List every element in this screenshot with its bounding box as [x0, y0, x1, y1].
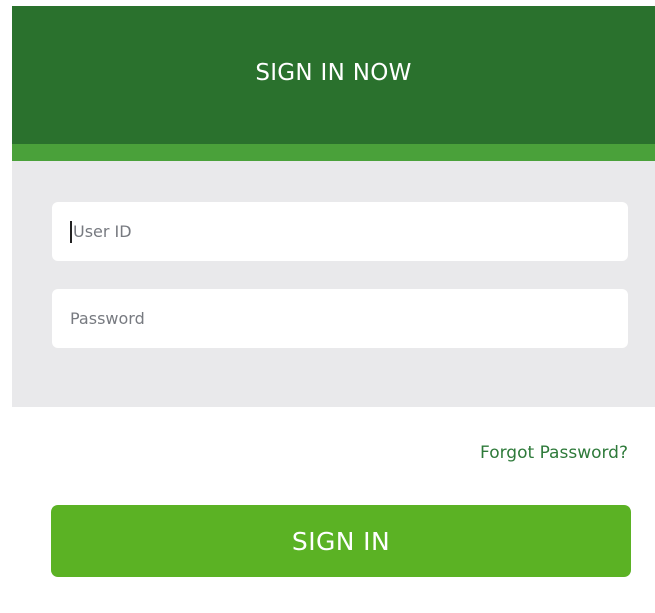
password-input[interactable] — [70, 309, 590, 328]
sign-in-button[interactable]: SIGN IN — [51, 505, 631, 577]
login-panel: SIGN IN NOW — [12, 6, 655, 407]
header-bar: SIGN IN NOW — [12, 6, 655, 144]
password-field[interactable] — [52, 289, 628, 348]
user-id-field[interactable] — [52, 202, 628, 261]
header-accent-stripe — [12, 144, 655, 161]
page-title: SIGN IN NOW — [255, 60, 412, 86]
forgot-password-link[interactable]: Forgot Password? — [480, 443, 628, 463]
text-caret — [70, 220, 72, 243]
form-area — [12, 161, 655, 407]
user-id-input[interactable] — [73, 222, 593, 241]
